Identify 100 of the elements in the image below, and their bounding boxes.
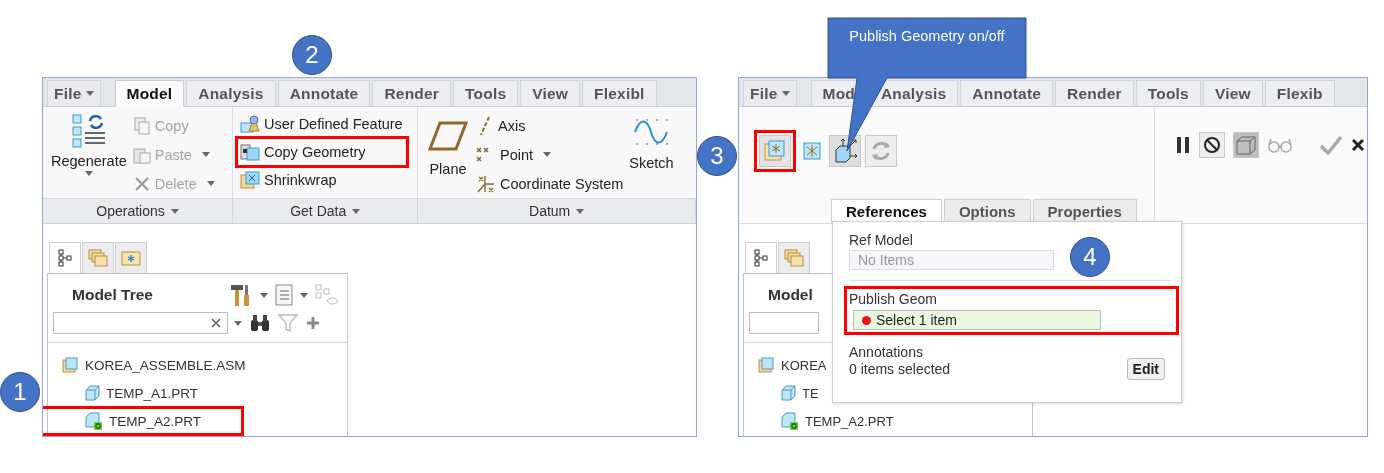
regenerate-button[interactable]: Regenerate [51, 111, 127, 198]
binoculars-icon[interactable] [250, 314, 270, 332]
dashboard-tab[interactable]: References [831, 199, 942, 223]
search-field[interactable] [749, 312, 819, 334]
checkmark-icon[interactable] [1319, 135, 1343, 155]
active-part-icon [780, 412, 799, 430]
ribbon-tab[interactable]: View [1202, 80, 1263, 106]
close-icon[interactable] [1351, 138, 1365, 152]
tree-icon [754, 249, 768, 267]
ribbon-button[interactable]: Coordinate System [476, 169, 624, 198]
ribbon-tab[interactable]: Tools [1135, 80, 1201, 106]
assembly-icon [62, 357, 79, 373]
step-number: 3 [697, 136, 737, 176]
dashboard-tab[interactable]: Options [943, 199, 1031, 223]
prohibited-icon [1203, 136, 1221, 154]
group-label[interactable]: Datum [418, 199, 696, 223]
ribbon-tab[interactable]: Render [372, 80, 452, 106]
active-part-icon [84, 412, 103, 430]
ref-model-label: Ref Model [849, 232, 914, 248]
dashboard-tab[interactable]: Properties [1032, 199, 1137, 223]
copy-geometry-icon [240, 143, 260, 161]
no-preview-button[interactable] [1199, 132, 1225, 158]
delete-icon [132, 174, 151, 193]
ribbon-tab[interactable]: Annotate [277, 80, 371, 106]
ribbon-button[interactable]: Shrinkwrap [240, 169, 337, 191]
ribbon-button[interactable]: Copy Geometry [240, 141, 366, 163]
cube-arrows-icon [832, 138, 858, 164]
ribbon-tab[interactable]: Render [1055, 80, 1134, 106]
folders-icon [88, 249, 108, 267]
sketch-icon [633, 117, 670, 147]
publish-geom-collector[interactable]: Select 1 item [853, 310, 1101, 330]
ribbon-tab[interactable]: Tools [453, 80, 519, 106]
ribbon-tab[interactable]: File [47, 80, 101, 106]
part-icon [780, 385, 796, 401]
annotations-count: 0 items selected [849, 361, 951, 377]
ribbon-tab[interactable]: Model [114, 80, 185, 107]
edit-button[interactable]: Edit [1126, 358, 1165, 380]
transform-button[interactable] [829, 135, 861, 167]
collector-text: Select 1 item [876, 312, 957, 328]
part-icon [84, 385, 100, 401]
caret-icon [84, 171, 93, 176]
step-number: 1 [0, 372, 40, 412]
caret-icon[interactable] [260, 292, 268, 298]
callout-text: Publish Geometry on/off [848, 27, 1006, 46]
ribbon-button[interactable]: Axis [476, 111, 624, 140]
filter-icon[interactable] [278, 314, 298, 332]
list-settings-icon[interactable] [275, 284, 293, 306]
feature-icon [240, 115, 260, 133]
tree-item[interactable]: TEMP_A2.PRT [62, 411, 202, 431]
plane-icon [428, 121, 468, 151]
datum-star-icon[interactable] [803, 142, 821, 160]
status-dot [862, 315, 871, 325]
search-field[interactable] [53, 312, 228, 334]
tree-item[interactable]: KOREA_ASSEMBLE.ASM [62, 355, 246, 375]
preview-button[interactable] [1233, 132, 1259, 158]
caret-icon [352, 208, 361, 214]
ribbon-tab[interactable]: Flexibl [582, 80, 657, 106]
ribbon-tab[interactable]: Annotate [960, 80, 1054, 106]
clear-icon[interactable] [211, 318, 221, 328]
folders-icon [784, 249, 804, 267]
assembly-icon [758, 357, 775, 373]
regenerate-icon [70, 113, 107, 151]
group-label[interactable]: Get Data [233, 199, 419, 223]
caret-icon[interactable] [300, 292, 308, 298]
step-number: 2 [292, 35, 332, 75]
favorites-folder-icon [121, 250, 141, 266]
navigator-tab[interactable] [49, 242, 81, 273]
ribbon-button[interactable]: Point [476, 140, 624, 169]
group-label[interactable]: Operations [43, 199, 234, 223]
model-tree-title: Model Tree [72, 286, 153, 304]
model-tree-title: Model [768, 286, 813, 304]
tree-icon [58, 249, 72, 267]
shrinkwrap-icon [240, 171, 260, 189]
caret-icon[interactable] [234, 320, 242, 326]
refresh-icon [869, 140, 893, 162]
publish-geometry-icon [764, 140, 786, 162]
copy-icon [132, 116, 151, 135]
ribbon-tab[interactable]: View [520, 80, 581, 106]
glasses-icon[interactable] [1267, 137, 1293, 153]
publish-geom-label: Publish Geom [849, 291, 938, 307]
tree-item[interactable]: TE [758, 383, 819, 403]
ribbon-tab[interactable]: Analysis [186, 80, 276, 106]
navigator-tab[interactable] [115, 242, 147, 273]
plane-button[interactable]: Plane [424, 111, 472, 198]
tree-item[interactable]: TEMP_A1.PRT [62, 383, 199, 403]
hidden-items-icon[interactable] [315, 284, 339, 306]
ribbon-tab[interactable]: Flexib [1264, 80, 1335, 106]
navigator-tab[interactable] [745, 242, 777, 273]
tree-item[interactable]: TEMP_A2.PRT [758, 411, 894, 431]
caret-icon [576, 208, 585, 214]
annotations-label: Annotations [849, 344, 924, 360]
ribbon-tab[interactable]: File [743, 80, 797, 106]
ribbon-button[interactable]: User Defined Feature [240, 113, 403, 135]
caret-icon [170, 208, 179, 214]
plus-icon[interactable] [306, 316, 320, 330]
pause-icon[interactable] [1175, 136, 1191, 154]
coordinate-system-icon [476, 173, 496, 194]
tree-item[interactable]: KOREA [758, 355, 827, 375]
paste-icon [132, 145, 151, 164]
sketch-button[interactable]: Sketch [629, 111, 674, 198]
